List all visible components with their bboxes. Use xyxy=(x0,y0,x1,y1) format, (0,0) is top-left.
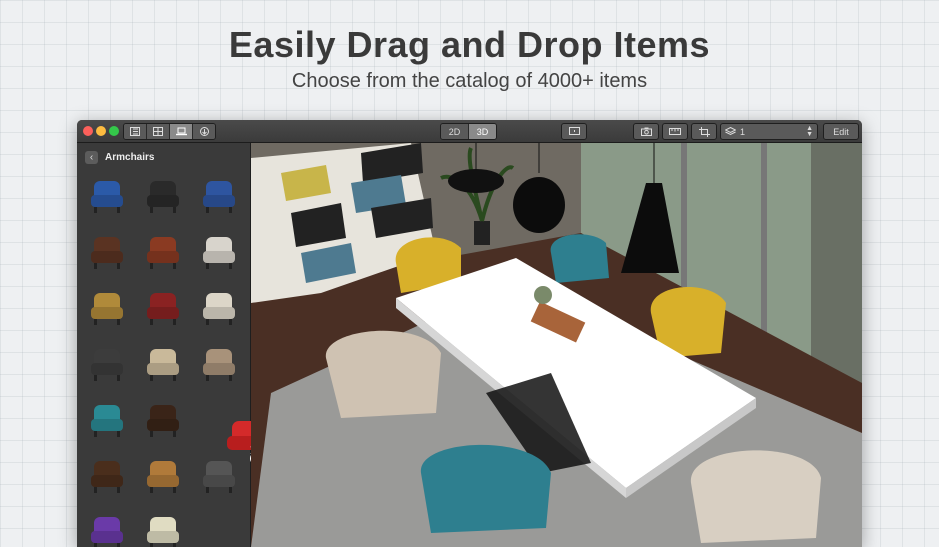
screenshot-button[interactable] xyxy=(633,123,659,140)
catalog-item-rocking-chair-red[interactable] xyxy=(137,285,189,343)
3d-viewport[interactable] xyxy=(251,143,862,547)
catalog-item-armchair-beige[interactable] xyxy=(137,341,189,399)
catalog-item-armchair-rust[interactable] xyxy=(137,229,189,287)
level-value: 1 xyxy=(740,126,746,137)
panel-toggle-group xyxy=(123,123,216,140)
catalog-item-armchair-white[interactable] xyxy=(193,229,245,287)
armchair-thumbnail xyxy=(146,461,180,493)
armchair-teal xyxy=(550,234,609,283)
armchair-thumbnail xyxy=(90,237,124,269)
grid-icon xyxy=(153,127,163,136)
armchair-thumbnail xyxy=(90,405,124,437)
catalog-item-lounge-chair-tan[interactable] xyxy=(137,453,189,511)
pendant-lamp xyxy=(513,177,565,233)
headline: Easily Drag and Drop Items xyxy=(228,24,711,65)
back-button[interactable]: ‹ xyxy=(85,150,98,164)
armchair-thumbnail xyxy=(146,349,180,381)
armchair-thumbnail xyxy=(90,461,124,493)
list-panel-button[interactable] xyxy=(124,124,147,139)
camera-icon xyxy=(640,127,652,136)
catalog-item-armchair-blue[interactable] xyxy=(81,173,133,231)
view-mode-toggle: 2D 3D xyxy=(440,123,497,140)
catalog-item-armchair-black[interactable] xyxy=(137,173,189,231)
catalog-item-recliner-brown[interactable] xyxy=(81,229,133,287)
armchair-thumbnail xyxy=(146,293,180,325)
toolbar: 2D 3D 1 ▲ ▼ Edit xyxy=(77,120,862,143)
chevron-left-icon: ‹ xyxy=(89,151,94,163)
edit-button[interactable]: Edit xyxy=(823,123,859,140)
armchair-thumbnail xyxy=(202,461,236,493)
catalog-panel-button[interactable] xyxy=(170,124,193,139)
catalog-title: Armchairs xyxy=(105,151,155,163)
catalog-item-armchair-charcoal[interactable] xyxy=(81,341,133,399)
pendant-lamp xyxy=(448,169,504,193)
armchair-thumbnail xyxy=(146,405,180,437)
ruler-icon xyxy=(669,128,681,135)
cloud-download-icon xyxy=(199,127,209,136)
armchair-thumbnail xyxy=(202,349,236,381)
catalog-item-armchair-mustard[interactable] xyxy=(81,285,133,343)
armchair-thumbnail xyxy=(90,349,124,381)
catalog-item-armchair-dark[interactable] xyxy=(137,397,189,455)
armchair-beige xyxy=(325,330,441,418)
subline: Choose from the catalog of 4000+ items xyxy=(291,70,648,92)
catalog-item-armchair-purple[interactable] xyxy=(81,509,133,547)
fullscreen-view-button[interactable] xyxy=(561,123,587,140)
armchair-thumbnail xyxy=(90,181,124,213)
room-scene xyxy=(251,143,862,547)
armchair-beige xyxy=(690,450,821,543)
view-2d-button[interactable]: 2D xyxy=(441,124,469,139)
catalog-sidebar: ‹ Armchairs ➤ + xyxy=(77,143,267,547)
armchair-thumbnail xyxy=(202,181,236,213)
minimize-window-button[interactable] xyxy=(96,126,106,136)
window-frame xyxy=(761,143,767,358)
view-3d-button[interactable]: 3D xyxy=(469,124,496,139)
armchair-thumbnail xyxy=(202,237,236,269)
armchair-thumbnail xyxy=(90,517,124,547)
monitor-icon xyxy=(568,127,580,135)
catalog-item-armchair-cream[interactable] xyxy=(193,285,245,343)
catalog-item-armchair-ivory[interactable] xyxy=(137,509,189,547)
app-window: 2D 3D 1 ▲ ▼ Edit ‹ Armchairs xyxy=(77,120,862,547)
measure-button[interactable] xyxy=(662,123,688,140)
level-select[interactable]: 1 ▲ ▼ xyxy=(720,123,818,140)
layers-icon xyxy=(725,127,736,136)
armchair-thumbnail xyxy=(146,237,180,269)
chevron-updown-icon: ▲ ▼ xyxy=(806,124,813,138)
catalog-item-armchair-walnut[interactable] xyxy=(81,453,133,511)
crop-icon xyxy=(698,126,710,137)
download-panel-button[interactable] xyxy=(193,124,215,139)
armchair-thumbnail xyxy=(90,293,124,325)
list-icon xyxy=(130,127,140,136)
catalog-item-chair-wire[interactable] xyxy=(193,453,245,511)
catalog-item-armchair-navy[interactable] xyxy=(193,173,245,231)
plant-pot xyxy=(474,221,490,245)
dimensions-button[interactable] xyxy=(691,123,717,140)
armchair-thumbnail xyxy=(146,517,180,547)
armchair-thumbnail xyxy=(146,181,180,213)
armchair-teal xyxy=(420,444,551,533)
close-window-button[interactable] xyxy=(83,126,93,136)
zoom-window-button[interactable] xyxy=(109,126,119,136)
catalog-item-armchair-taupe[interactable] xyxy=(193,341,245,399)
centerpiece-plant xyxy=(534,286,552,304)
laptop-icon xyxy=(175,127,187,136)
armchair-thumbnail xyxy=(202,293,236,325)
plan-panel-button[interactable] xyxy=(147,124,170,139)
catalog-item-armchair-teal[interactable] xyxy=(81,397,133,455)
catalog-header: ‹ Armchairs xyxy=(85,150,154,164)
